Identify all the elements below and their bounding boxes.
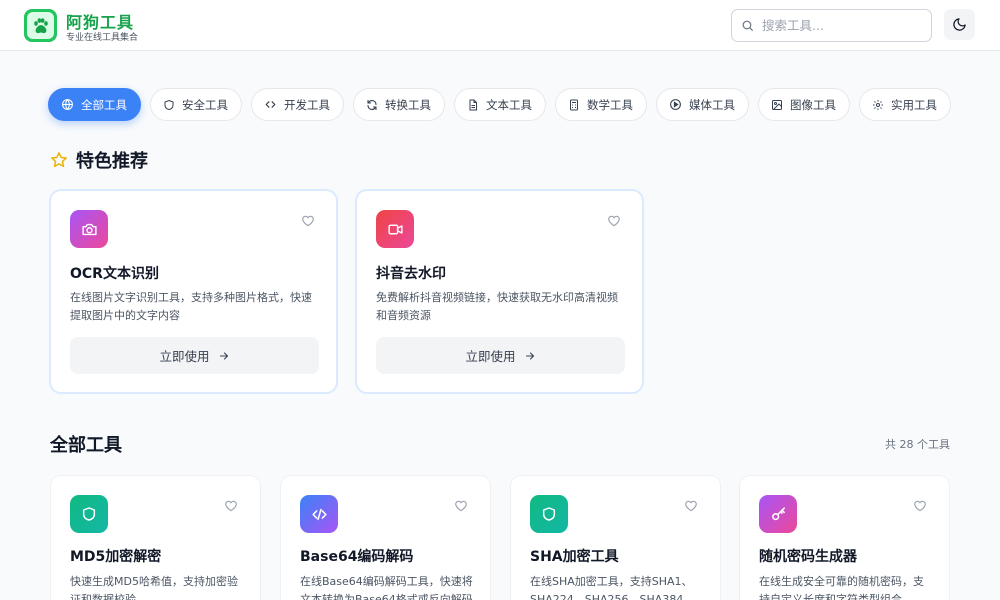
theme-toggle-button[interactable] [944,9,975,40]
paw-icon [33,17,48,33]
tab-security-tools[interactable]: 安全工具 [150,88,242,121]
arrow-right-icon [525,351,534,360]
featured-card-icon [70,210,108,248]
tool-card-title: MD5加密解密 [70,549,162,565]
heart-icon[interactable] [301,214,315,228]
featured-card-title: OCR文本识别 [70,266,159,282]
code-icon [311,508,327,520]
featured-card-ocr[interactable]: OCR文本识别 在线图片文字识别工具，支持多种图片格式，快速提取图片中的文字内容… [49,189,338,394]
tool-card-description: 在线Base64编码解码工具，快速将文本转换为Base64格式或反向解码 [300,575,473,600]
heart-icon[interactable] [684,499,698,513]
globe-icon [62,98,73,111]
tab-label: 图像工具 [790,97,836,112]
all-tools-title-text: 全部工具 [50,435,122,456]
tool-card-sha[interactable]: SHA加密工具 在线SHA加密工具，支持SHA1、SHA224、SHA256、S… [510,475,721,600]
search-icon [742,20,753,31]
video-icon [387,224,403,234]
tab-label: 开发工具 [284,97,330,112]
search-box[interactable] [731,9,932,42]
featured-title-text: 特色推荐 [76,151,148,172]
featured-card-description: 免费解析抖音视频链接，快速获取无水印高清视频和音频资源 [376,291,618,322]
moon-icon [953,18,966,31]
tool-card-description: 在线SHA加密工具，支持SHA1、SHA224、SHA256、SHA384 [530,575,693,600]
category-tabs: 全部工具 安全工具 开发工具 转换工具 文本工具 数学工具 媒体工具 图像工具 … [48,88,951,121]
use-now-button[interactable]: 立即使用 [70,337,319,374]
arrow-right-icon [219,351,228,360]
use-now-label: 立即使用 [159,349,210,364]
tool-card-md5[interactable]: MD5加密解密 快速生成MD5哈希值，支持加密验证和数据校验 [50,475,261,600]
heart-icon[interactable] [607,214,621,228]
use-now-button[interactable]: 立即使用 [376,337,625,374]
calculator-icon [570,99,578,110]
top-header: 阿狗工具 专业在线工具集合 [0,0,1000,51]
logo[interactable] [24,9,57,42]
search-input[interactable] [762,18,922,33]
shield-icon [164,99,174,110]
tool-card-icon [300,495,338,533]
tab-label: 转换工具 [385,97,431,112]
heart-icon[interactable] [913,499,927,513]
code-icon [265,101,276,108]
tool-card-icon [530,495,568,533]
tab-math-tools[interactable]: 数学工具 [555,88,647,121]
tab-label: 媒体工具 [689,97,735,112]
tab-utility-tools[interactable]: 实用工具 [859,88,951,121]
file-text-icon [469,99,477,110]
featured-card-description: 在线图片文字识别工具，支持多种图片格式，快速提取图片中的文字内容 [70,291,312,322]
all-tools-section-title: 全部工具 [50,431,122,457]
featured-card-title: 抖音去水印 [376,266,446,282]
heart-icon[interactable] [454,499,468,513]
tab-media-tools[interactable]: 媒体工具 [656,88,749,121]
tool-card-title: 随机密码生成器 [759,549,857,565]
tool-card-title: SHA加密工具 [530,549,619,565]
use-now-label: 立即使用 [465,349,516,364]
tab-text-tools[interactable]: 文本工具 [454,88,546,121]
tab-convert-tools[interactable]: 转换工具 [353,88,445,121]
tab-all-tools[interactable]: 全部工具 [48,88,141,121]
featured-section-title: 特色推荐 [50,147,148,173]
shield-icon [82,507,96,521]
tab-label: 文本工具 [486,97,532,112]
tool-card-icon [70,495,108,533]
settings-icon [873,99,883,110]
image-icon [772,99,782,110]
tool-card-base64[interactable]: Base64编码解码 在线Base64编码解码工具，快速将文本转换为Base64… [280,475,491,600]
refresh-icon [367,99,377,110]
featured-card-douyin[interactable]: 抖音去水印 免费解析抖音视频链接，快速获取无水印高清视频和音频资源 立即使用 [355,189,644,394]
tab-label: 全部工具 [81,97,127,112]
tab-label: 数学工具 [587,97,633,112]
camera-icon [81,223,97,235]
featured-card-icon [376,210,414,248]
tab-label: 安全工具 [182,97,228,112]
shield-icon [542,507,556,521]
tab-label: 实用工具 [891,97,937,112]
tool-card-title: Base64编码解码 [300,549,414,565]
star-icon [51,152,67,168]
key-icon [771,506,785,520]
tool-count: 共 28 个工具 [885,438,950,451]
tab-dev-tools[interactable]: 开发工具 [251,88,344,121]
logo-inner [27,12,54,39]
tool-card-description: 快速生成MD5哈希值，支持加密验证和数据校验 [70,575,238,600]
tool-card-icon [759,495,797,533]
tab-image-tools[interactable]: 图像工具 [758,88,850,121]
heart-icon[interactable] [224,499,238,513]
play-circle-icon [670,99,681,110]
tool-card-description: 在线生成安全可靠的随机密码，支持自定义长度和字符类型组合 [759,575,924,600]
tool-card-password[interactable]: 随机密码生成器 在线生成安全可靠的随机密码，支持自定义长度和字符类型组合 [739,475,950,600]
brand-subtitle: 专业在线工具集合 [66,33,139,43]
